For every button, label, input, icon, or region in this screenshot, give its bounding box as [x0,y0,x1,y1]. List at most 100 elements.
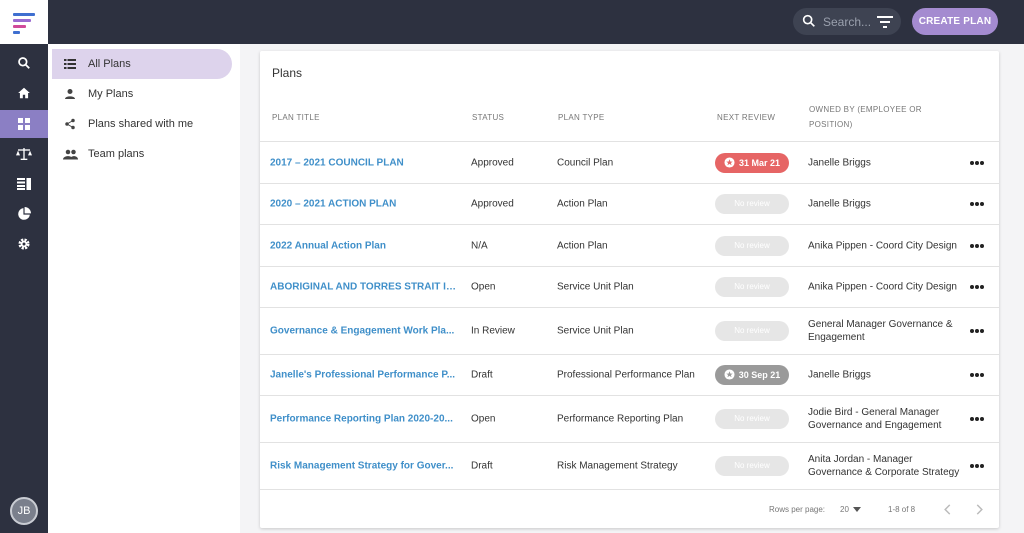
plans-table-card: Plans PLAN TITLE STATUS PLAN TYPE NEXT R… [260,51,999,528]
app-logo[interactable] [0,0,48,44]
more-options-icon[interactable] [970,464,984,468]
caret-down-icon [853,507,862,512]
review-badge-none: No review [715,194,789,214]
table-row[interactable]: Janelle's Professional Performance P... … [260,355,999,396]
plan-owner: General Manager Governance & Engagement [808,319,953,343]
subnav-all-plans[interactable]: All Plans [52,49,232,79]
subnav-team-plans[interactable]: Team plans [52,139,232,169]
rail-settings[interactable] [0,230,48,258]
table-row[interactable]: 2020 – 2021 ACTION PLAN Approved Action … [260,184,999,225]
plan-type: Action Plan [557,240,608,251]
plan-type: Professional Performance Plan [557,369,695,381]
more-options-icon[interactable] [970,160,984,165]
rail-search[interactable] [0,49,48,77]
plan-title-link[interactable]: Janelle's Professional Performance P... [270,369,460,382]
subnav-label: All Plans [88,58,131,70]
pie-chart-icon [18,207,31,220]
filter-icon[interactable] [877,15,893,29]
review-badge-overdue[interactable]: 31 Mar 21 [715,152,789,173]
home-icon [18,87,30,99]
review-star-icon [724,369,735,380]
more-options-icon[interactable] [970,329,984,333]
review-badge-none: No review [715,409,789,429]
subnav-label: My Plans [88,88,134,100]
rows-per-page-label: Rows per page: [769,505,826,514]
search-input[interactable]: Search... [823,15,871,29]
review-badge-none: No review [715,277,789,297]
grid-icon [18,118,30,130]
plan-title-link[interactable]: Performance Reporting Plan 2020-20... [270,413,460,426]
column-plan-title[interactable]: PLAN TITLE [272,111,320,125]
table-row[interactable]: Performance Reporting Plan 2020-20... Op… [260,396,999,443]
left-rail [0,44,48,533]
rail-plans[interactable] [0,110,48,138]
subnav-shared-plans[interactable]: Plans shared with me [52,109,232,139]
plans-subnav: All Plans My Plans Plans shared with me … [48,44,240,533]
review-badge-none: No review [715,321,789,341]
search-box[interactable]: Search... [793,8,901,35]
group-icon [62,149,78,159]
table-row[interactable]: Risk Management Strategy for Gover... Dr… [260,443,999,490]
plan-status: N/A [471,240,488,251]
plan-status: Approved [471,198,514,210]
plan-owner: Anika Pippen - Coord City Design [808,281,957,293]
list-icon [64,59,76,69]
plan-title-link[interactable]: ABORIGINAL AND TORRES STRAIT IS... [270,281,460,294]
subnav-label: Plans shared with me [88,118,194,130]
plan-title-link[interactable]: 2020 – 2021 ACTION PLAN [270,198,460,211]
search-icon [802,14,815,27]
plan-status: Draft [471,460,493,472]
review-badge-none: No review [715,235,789,256]
user-avatar[interactable]: JB [10,497,38,525]
review-star-icon [724,157,735,168]
plan-type: Service Unit Plan [557,281,634,293]
plan-title-link[interactable]: Governance & Engagement Work Pla... [270,325,460,338]
table-header: PLAN TITLE STATUS PLAN TYPE NEXT REVIEW … [260,93,999,142]
create-plan-button[interactable]: CREATE PLAN [912,8,998,35]
plan-status: Draft [471,369,493,381]
rail-home[interactable] [0,79,48,107]
next-page-icon[interactable] [976,504,984,515]
table-row[interactable]: 2017 – 2021 COUNCIL PLAN Approved Counci… [260,142,999,184]
subnav-my-plans[interactable]: My Plans [52,79,232,109]
plan-title-link[interactable]: 2017 – 2021 COUNCIL PLAN [270,156,460,169]
plan-type: Risk Management Strategy [557,460,678,472]
subnav-label: Team plans [88,148,145,160]
pagination-range: 1-8 of 8 [888,505,916,514]
rail-report[interactable] [0,170,48,198]
rows-per-page-select[interactable]: 20 [840,505,862,514]
table-row[interactable]: ABORIGINAL AND TORRES STRAIT IS... Open … [260,267,999,308]
more-options-icon[interactable] [970,285,984,289]
review-badge-none: No review [715,456,789,476]
more-options-icon[interactable] [970,243,984,248]
table-row[interactable]: Governance & Engagement Work Pla... In R… [260,308,999,355]
plan-title-link[interactable]: 2022 Annual Action Plan [270,239,460,252]
table-row[interactable]: 2022 Annual Action Plan N/A Action Plan … [260,225,999,267]
prev-page-icon[interactable] [943,504,951,515]
report-icon [17,178,31,190]
more-options-icon[interactable] [970,417,984,421]
more-options-icon[interactable] [970,202,984,206]
person-icon [65,89,75,99]
gear-icon [18,238,30,250]
plan-owner: Janelle Briggs [808,198,871,210]
plan-type: Service Unit Plan [557,325,634,337]
column-owned-by-cont: POSITION) [809,120,853,129]
column-next-review[interactable]: NEXT REVIEW [717,111,775,125]
review-badge-scheduled[interactable]: 30 Sep 21 [715,365,789,385]
rail-balance[interactable] [0,140,48,168]
column-plan-type[interactable]: PLAN TYPE [558,111,605,125]
column-owned-by[interactable]: OWNED BY (EMPLOYEE OR [809,103,922,117]
share-icon [65,118,75,130]
plan-type: Action Plan [557,198,608,210]
column-status[interactable]: STATUS [472,111,504,125]
rail-analytics[interactable] [0,200,48,228]
plan-status: Open [471,413,496,425]
more-options-icon[interactable] [970,373,984,377]
page-title: Plans [272,66,303,80]
plan-owner: Janelle Briggs [808,157,871,168]
plan-type: Council Plan [557,157,614,168]
plan-title-link[interactable]: Risk Management Strategy for Gover... [270,460,460,473]
plan-owner: Janelle Briggs [808,369,871,381]
plan-owner: Anita Jordan - Manager Governance & Corpo… [808,454,960,478]
